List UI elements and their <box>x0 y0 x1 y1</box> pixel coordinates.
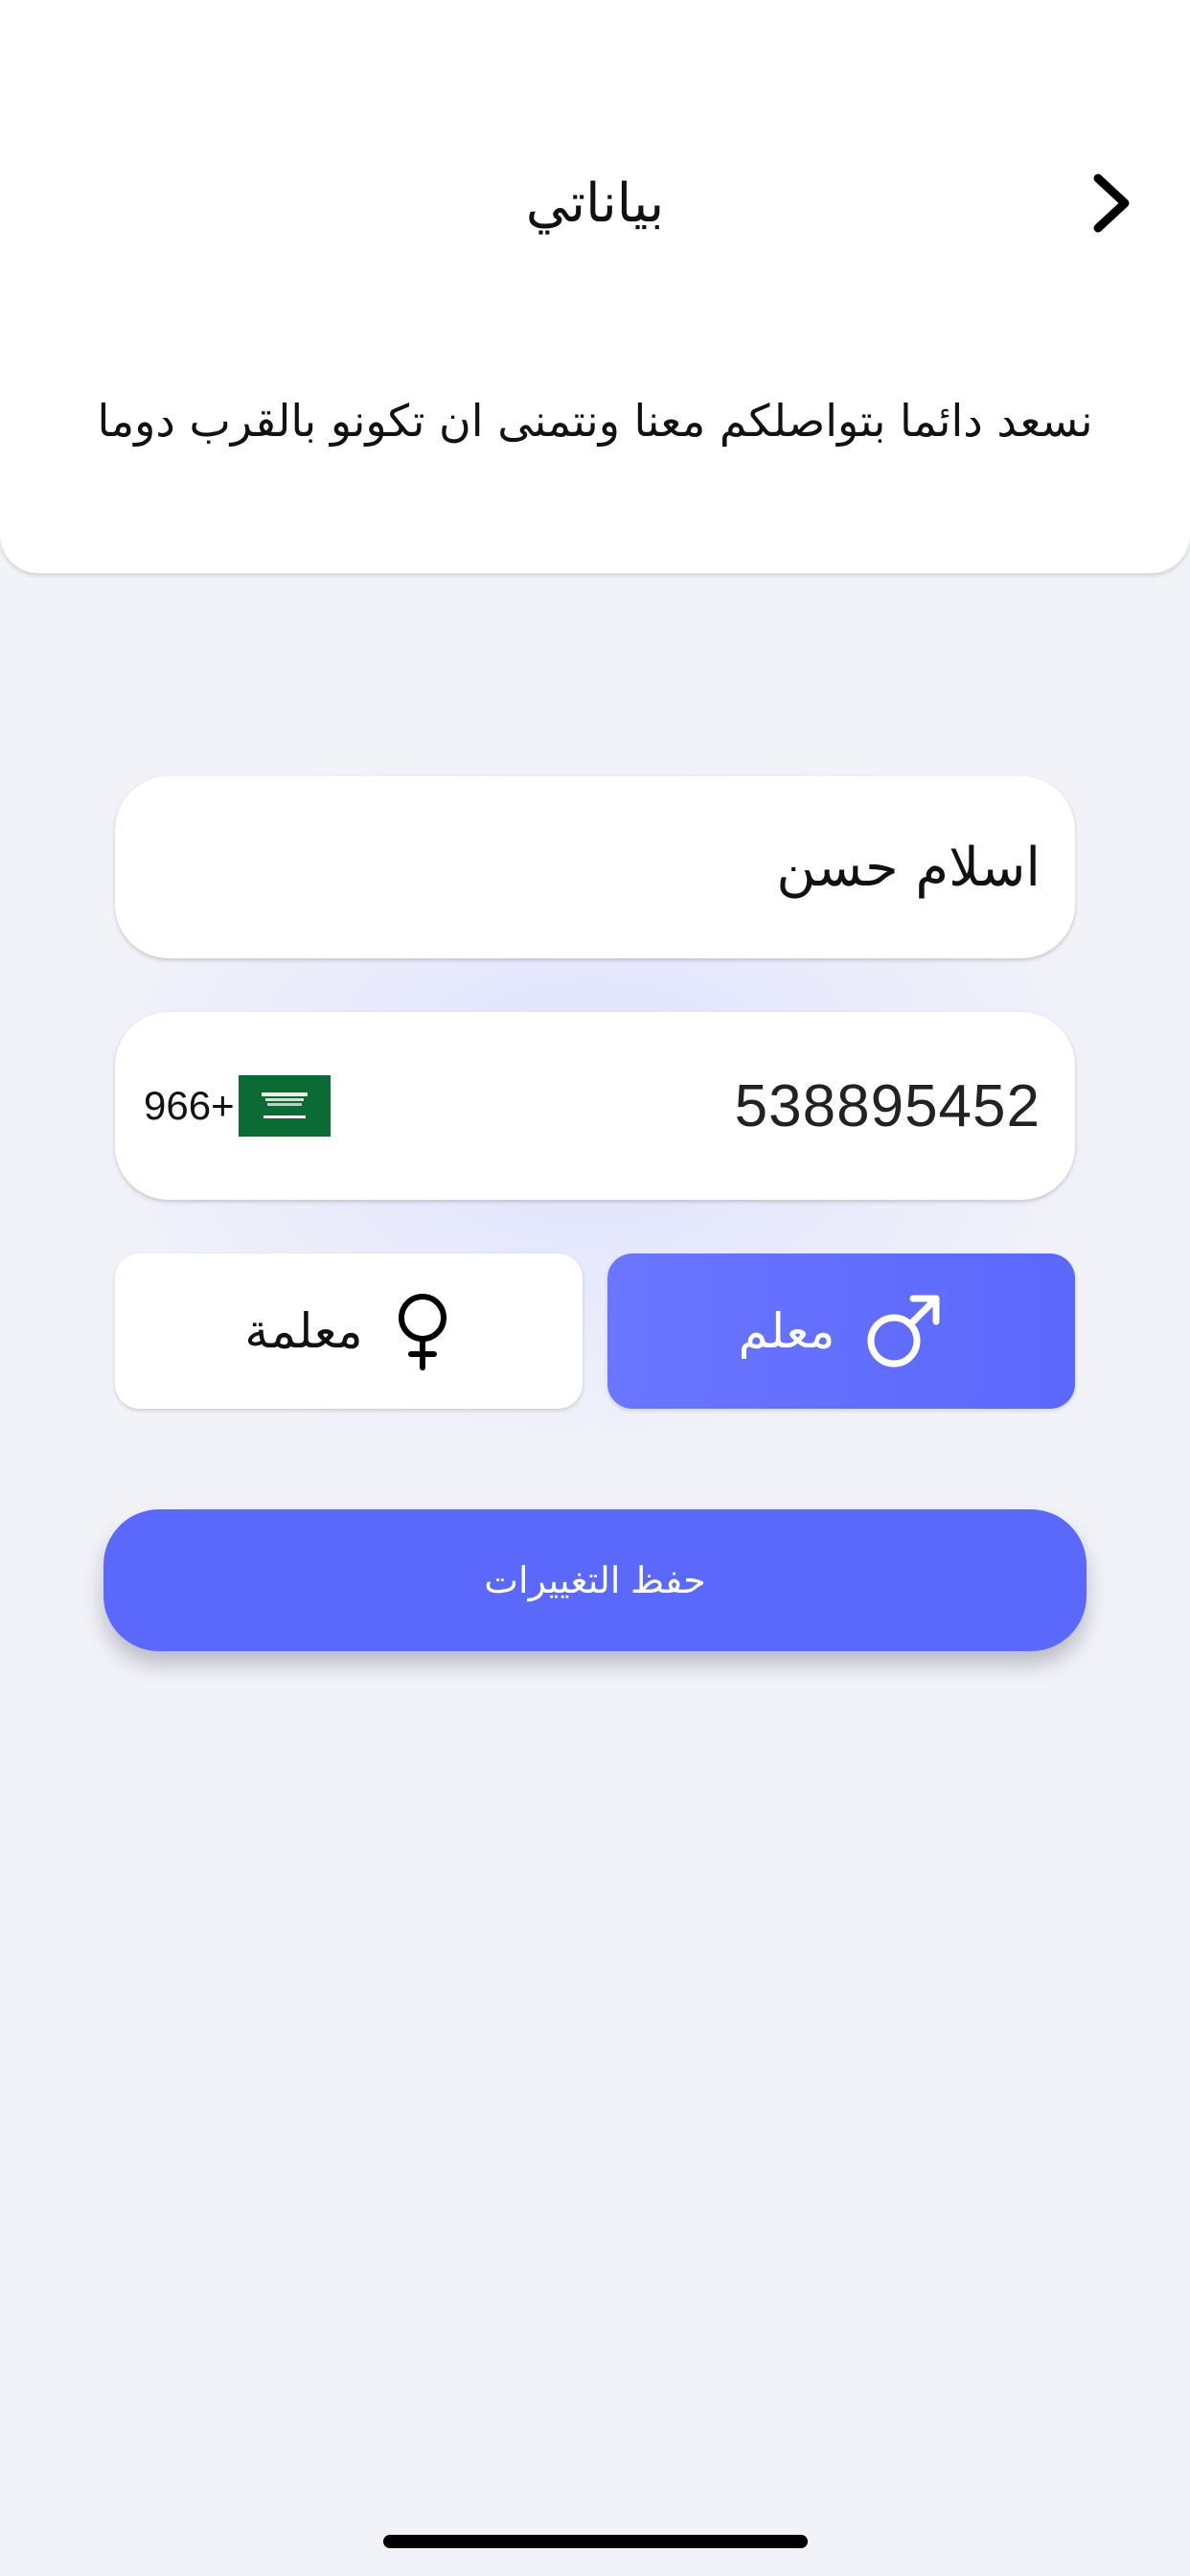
gender-option-male[interactable]: معلم <box>607 1254 1075 1409</box>
saudi-flag-icon <box>238 1075 331 1137</box>
header-card: بياناتي نسعد دائما بتواصلكم معنا ونتمنى … <box>0 0 1190 573</box>
name-input[interactable] <box>153 776 1042 958</box>
profile-screen: بياناتي نسعد دائما بتواصلكم معنا ونتمنى … <box>0 0 1190 2576</box>
home-indicator <box>383 2535 808 2548</box>
save-changes-button[interactable]: حفظ التغييرات <box>103 1509 1087 1651</box>
header-subtitle: نسعد دائما بتواصلكم معنا ونتمنى ان تكونو… <box>97 395 1093 447</box>
gender-option-female[interactable]: معلمة <box>115 1254 583 1409</box>
gender-label-male: معلم <box>738 1303 835 1359</box>
gender-label-female: معلمة <box>244 1303 363 1359</box>
female-icon <box>398 1294 446 1370</box>
name-field[interactable] <box>115 776 1075 958</box>
back-button[interactable] <box>1073 165 1150 242</box>
page-title: بياناتي <box>525 172 665 235</box>
chevron-right-icon <box>1093 173 1130 233</box>
phone-input[interactable] <box>498 1012 1042 1200</box>
phone-field[interactable]: 966+ <box>115 1012 1075 1200</box>
save-changes-label: حفظ التغييرات <box>484 1560 706 1601</box>
country-code-selector[interactable]: 966+ <box>144 1012 331 1200</box>
dial-code: 966+ <box>144 1083 235 1128</box>
male-icon <box>867 1295 940 1368</box>
